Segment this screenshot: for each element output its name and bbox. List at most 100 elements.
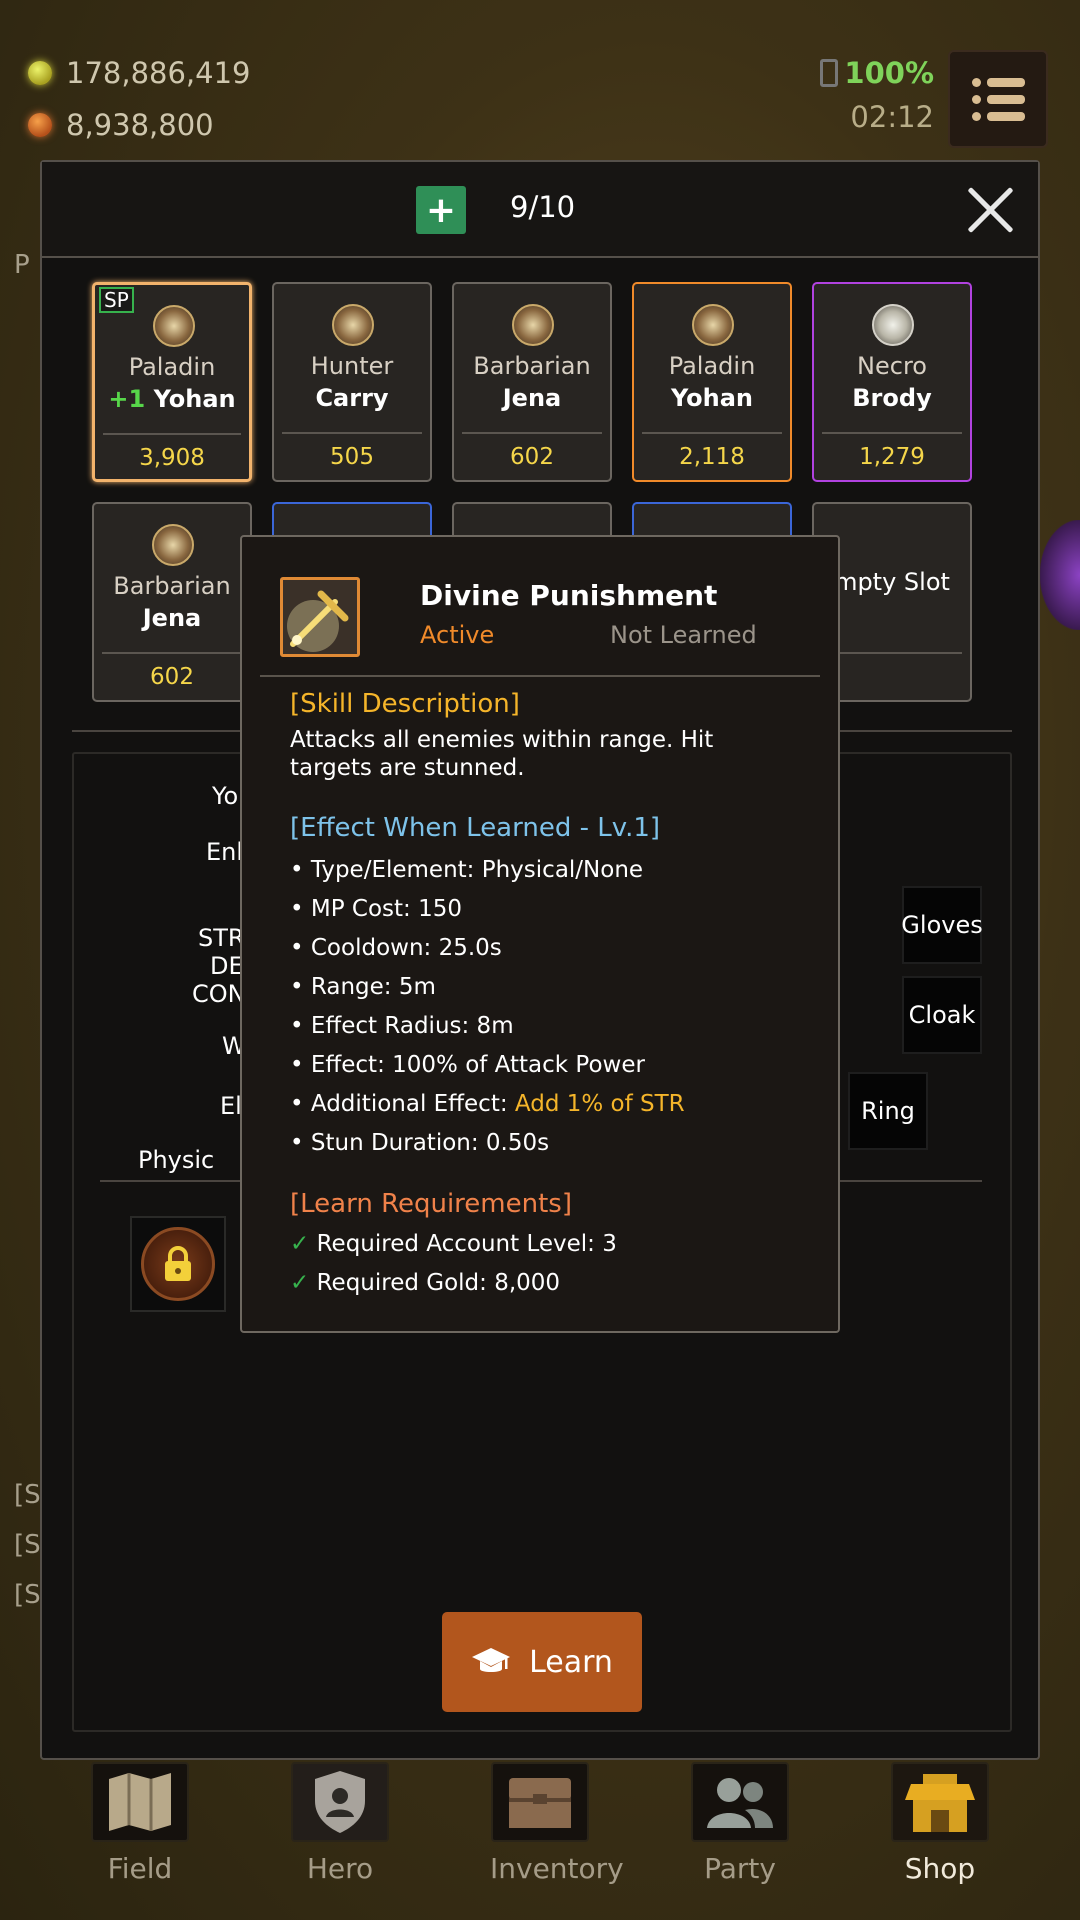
hero-power: 602 [510,444,554,470]
enhance-level: +1 [108,385,146,413]
gloves-slot[interactable]: Gloves [901,886,983,964]
additional-effect-value: Add 1% of STR [514,1091,685,1117]
tooltip-divider [260,675,820,677]
hero-class: Necro [857,352,927,380]
effect-line: • MP Cost: 150 [290,896,462,922]
effect-line: • Range: 5m [290,974,436,1000]
sp-badge: SP [99,287,134,313]
divine-punishment-skill-icon [280,577,360,657]
map-icon [91,1762,189,1842]
hero-power: 505 [330,444,374,470]
hero-power: 602 [150,664,194,690]
description-heading: [Skill Description] [290,689,520,719]
hero-name: Jena [142,604,202,632]
check-icon: ✓ [290,1231,310,1257]
nav-inventory[interactable]: Inventory [490,1762,624,1885]
clock: 02:12 [850,100,934,134]
barbarian-emblem-icon [512,304,554,346]
ring-slot[interactable]: Ring [848,1072,928,1150]
nav-field[interactable]: Field [90,1762,190,1885]
effect-line: • Cooldown: 25.0s [290,935,502,961]
paladin-emblem-icon [692,304,734,346]
requirement-line: ✓ Required Account Level: 3 [290,1231,617,1257]
nav-hero[interactable]: Hero [290,1762,390,1885]
locked-skill-slot[interactable] [130,1216,226,1312]
gold-coin-icon [28,61,52,85]
gem-amount: 8,938,800 [66,108,214,142]
graduation-cap-icon [472,1648,511,1672]
additional-effect-line: • Additional Effect: Add 1% of STR [290,1091,685,1117]
hero-name: Carry [315,384,389,412]
paladin-emblem-icon [153,305,195,347]
name-label-partial: Yo [212,782,239,810]
hero-card[interactable]: Paladin Yohan 2,118 [632,282,792,482]
shop-icon [891,1762,989,1842]
chest-icon [491,1762,589,1842]
hunter-emblem-icon [332,304,374,346]
description-line: Attacks all enemies within range. Hit [290,727,714,753]
side-p: P [14,250,30,280]
close-icon[interactable] [964,184,1016,236]
dex-label-partial: DE [210,952,244,980]
cloak-slot[interactable]: Cloak [902,976,982,1054]
hero-card[interactable]: Barbarian Jena 602 [92,502,252,702]
el-label-partial: El [220,1092,242,1120]
log-line: [S [14,1530,41,1560]
lock-icon [141,1227,215,1301]
con-label-partial: CON [192,980,246,1008]
menu-icon [971,77,1025,87]
hero-name: Yohan [670,384,754,412]
menu-button[interactable] [948,50,1048,148]
nav-label: Hero [306,1852,374,1885]
nav-shop[interactable]: Shop [890,1762,990,1885]
effect-line: • Type/Element: Physical/None [290,857,644,883]
hero-class: Barbarian [113,572,231,600]
battery-status: 100% [820,56,934,90]
hero-name: Jena [502,384,562,412]
learn-button-label: Learn [529,1644,613,1680]
physic-label-partial: Physic [138,1146,215,1174]
effect-line: • Effect Radius: 8m [290,1013,514,1039]
hero-class: Barbarian [473,352,591,380]
nav-label: Shop [904,1852,976,1885]
gem-counter: 8,938,800 [28,108,214,142]
description-line: targets are stunned. [290,755,525,781]
nav-label: Inventory [490,1852,624,1885]
hero-card[interactable]: SP Paladin +1 Yohan 3,908 [92,282,252,482]
gold-amount: 178,886,419 [66,56,251,90]
requirement-line: ✓ Required Gold: 8,000 [290,1270,561,1296]
hero-name-line: +1 Yohan [95,385,249,413]
hero-class: Paladin [668,352,756,380]
nav-party[interactable]: Party [690,1762,790,1885]
str-label-partial: STR [198,924,245,952]
learn-button[interactable]: Learn [442,1612,642,1712]
skill-type: Active [420,621,495,649]
hero-name: Yohan [153,385,236,413]
shield-person-icon [291,1762,389,1842]
add-slot-button[interactable]: + [416,186,466,234]
hero-card[interactable]: Necro Brody 1,279 [812,282,972,482]
skill-tooltip: Divine Punishment Active Not Learned [Sk… [240,535,840,1333]
hero-card[interactable]: Barbarian Jena 602 [452,282,612,482]
skill-name: Divine Punishment [420,579,718,612]
hero-class: Paladin [128,353,216,381]
check-icon: ✓ [290,1270,310,1296]
effect-line: • Stun Duration: 0.50s [290,1130,550,1156]
nav-label: Field [107,1852,173,1885]
hero-card[interactable]: Hunter Carry 505 [272,282,432,482]
hero-power: 3,908 [139,445,205,471]
slot-count: 9/10 [510,190,576,224]
battery-icon [820,59,839,87]
hero-power: 2,118 [679,444,745,470]
skill-status: Not Learned [610,621,757,649]
hero-class: Hunter [310,352,394,380]
background-creature [1040,520,1080,630]
skull-emblem-icon [872,304,914,346]
barbarian-emblem-icon [152,524,194,566]
log-line: [S [14,1580,41,1610]
requirements-heading: [Learn Requirements] [290,1189,572,1219]
effect-heading: [Effect When Learned - Lv.1] [290,813,661,843]
battery-percent: 100% [844,56,934,90]
additional-effect-prefix: • Additional Effect: [290,1091,515,1117]
hero-name: Brody [852,384,932,412]
